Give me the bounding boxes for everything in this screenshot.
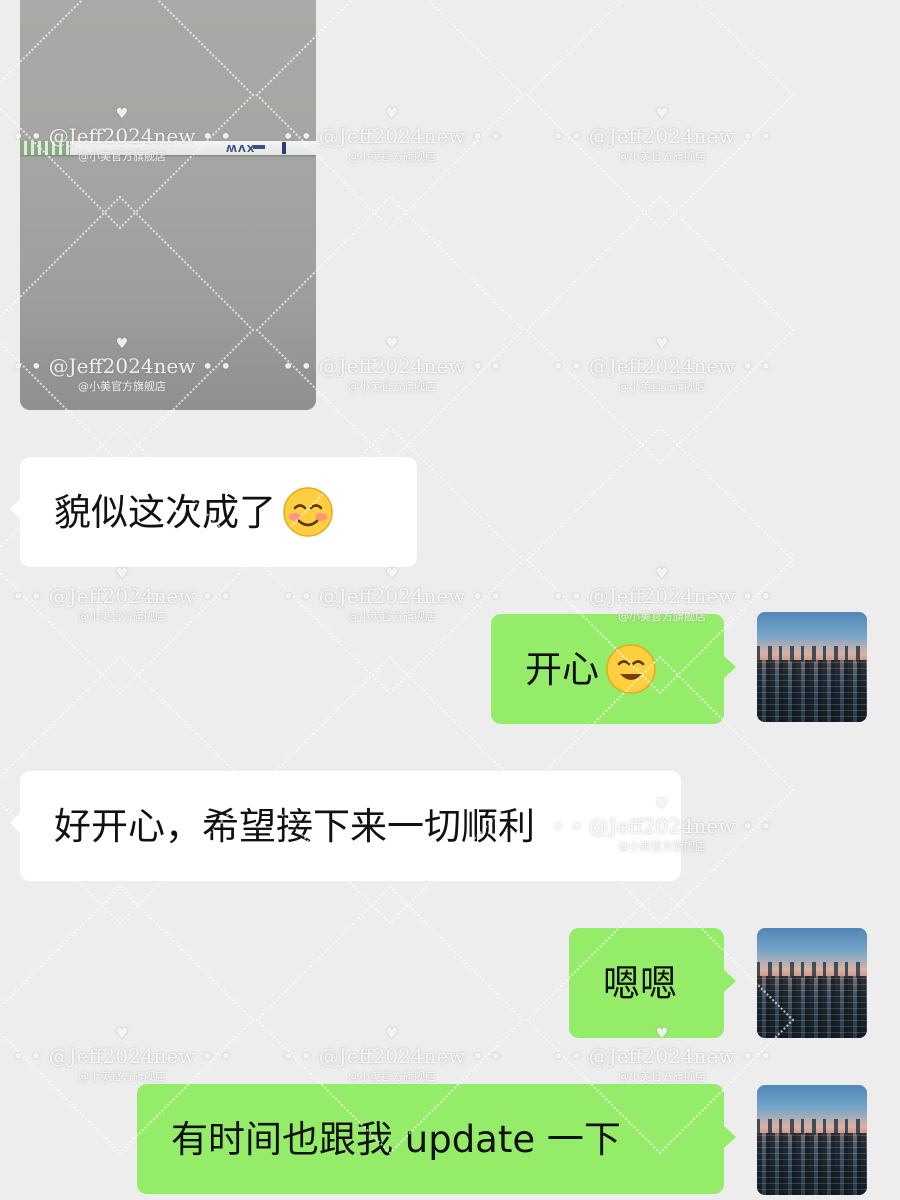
smiling-blush-emoji-icon <box>283 487 333 537</box>
image-message[interactable]: XVW <box>20 0 316 410</box>
message-text: 好开心，希望接下来一切顺利 <box>54 804 535 848</box>
strip-arrow <box>253 145 265 149</box>
message-text: 开心 <box>525 647 599 691</box>
chat-thread: XVW 貌似这次成了 开心 好开心，希望接下来一切顺利 嗯嗯 有时间也跟我 up… <box>0 0 900 1200</box>
strip-brand-text: XVW <box>225 142 255 153</box>
test-strip-photo: XVW <box>20 141 316 155</box>
message-text: 嗯嗯 <box>603 961 677 1005</box>
outgoing-message-bubble[interactable]: 有时间也跟我 update 一下 <box>137 1084 736 1194</box>
message-text: 有时间也跟我 update 一下 <box>171 1117 621 1161</box>
incoming-message-bubble[interactable]: 貌似这次成了 <box>10 457 417 567</box>
smiling-emoji-icon <box>606 644 656 694</box>
incoming-message-bubble[interactable]: 好开心，希望接下来一切顺利 <box>10 771 681 881</box>
outgoing-message-bubble[interactable]: 开心 <box>491 614 736 724</box>
avatar-lights <box>757 1135 867 1195</box>
user-avatar[interactable] <box>757 928 867 1038</box>
avatar-lights <box>757 662 867 722</box>
strip-control-line <box>282 142 286 154</box>
strip-end <box>20 141 70 155</box>
user-avatar[interactable] <box>757 1085 867 1195</box>
avatar-lights <box>757 978 867 1038</box>
message-text: 貌似这次成了 <box>54 490 276 534</box>
outgoing-message-bubble[interactable]: 嗯嗯 <box>569 928 736 1038</box>
user-avatar[interactable] <box>757 612 867 722</box>
